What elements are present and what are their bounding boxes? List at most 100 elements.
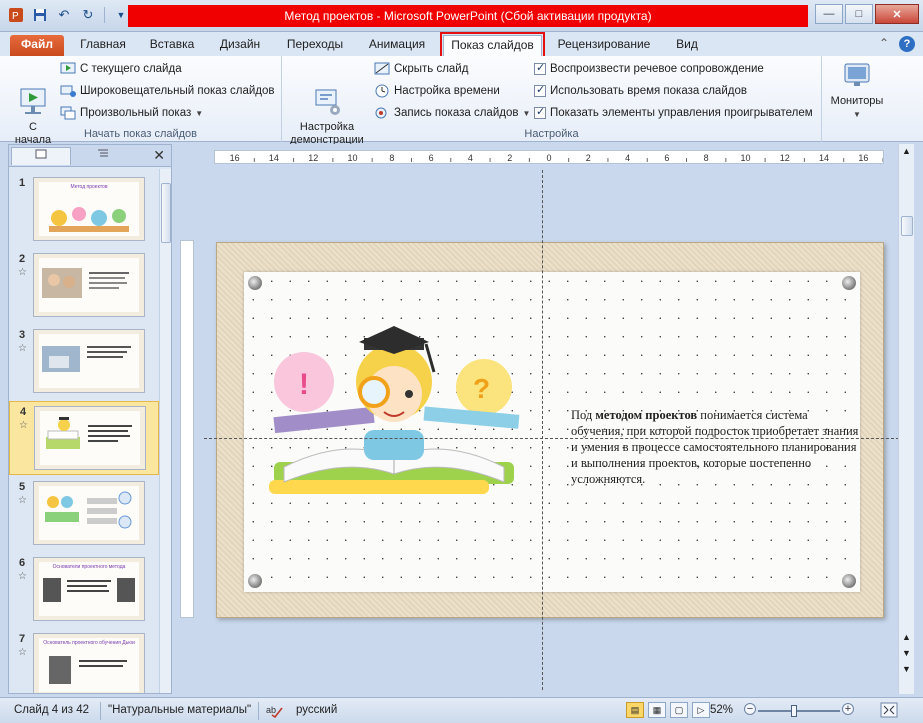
animation-star-icon: ☆ bbox=[18, 647, 27, 658]
tab-file[interactable]: Файл bbox=[10, 35, 64, 56]
from-current-slide-button[interactable]: С текущего слайда bbox=[60, 60, 182, 78]
slide-number: 4 bbox=[20, 406, 27, 418]
animation-star-icon: ☆ bbox=[18, 495, 27, 506]
scroll-up-icon[interactable]: ▲ bbox=[902, 146, 911, 156]
monitors-button[interactable]: Мониторы ▼ bbox=[826, 60, 888, 121]
ruler-label: 4 bbox=[625, 153, 630, 163]
svg-text:ab: ab bbox=[266, 705, 276, 715]
zoom-out-icon[interactable]: − bbox=[744, 703, 756, 715]
previous-slide-icon[interactable]: ▲ bbox=[902, 632, 911, 642]
svg-text:P: P bbox=[12, 11, 19, 22]
save-icon[interactable] bbox=[30, 6, 50, 24]
qat-separator bbox=[104, 7, 105, 23]
horizontal-ruler: 16 14 12 10 8 6 4 2 0 2 4 6 8 10 12 14 16 bbox=[214, 150, 884, 164]
slide-preview: Основатели проектного метода bbox=[33, 557, 145, 621]
animation-star-icon: ☆ bbox=[18, 267, 27, 278]
title-bar: P ↶ ↻ ▼ Метод проектов - Microsoft Power… bbox=[0, 0, 923, 32]
tab-review[interactable]: Рецензирование bbox=[548, 35, 660, 56]
ruler-label: 6 bbox=[664, 153, 669, 163]
custom-show-button[interactable]: Произвольный показ ▼ bbox=[60, 104, 203, 122]
ruler-label: 10 bbox=[348, 153, 358, 163]
slide-counter: Слайд 4 из 42 bbox=[14, 704, 90, 716]
broadcast-button[interactable]: Широковещательный показ слайдов bbox=[60, 82, 275, 100]
slide-thumbnail-4[interactable]: 4 ☆ bbox=[9, 401, 159, 475]
redo-icon[interactable]: ↻ bbox=[78, 6, 98, 24]
slide-preview bbox=[34, 406, 146, 470]
slide-thumbnail-2[interactable]: 2 ☆ bbox=[9, 249, 159, 323]
show-media-controls-checkbox[interactable]: Показать элементы управления проигрывате… bbox=[534, 104, 813, 122]
maximize-icon[interactable]: □ bbox=[845, 4, 873, 24]
tab-view[interactable]: Вид bbox=[664, 35, 710, 56]
tab-design[interactable]: Дизайн bbox=[208, 35, 272, 56]
show-media-controls-label: Показать элементы управления проигрывате… bbox=[550, 107, 813, 119]
checkbox-checked-icon bbox=[534, 105, 546, 119]
slide-preview bbox=[33, 329, 145, 393]
zoom-level[interactable]: 52% bbox=[710, 704, 733, 716]
help-icon[interactable]: ? bbox=[899, 36, 915, 52]
slide-thumbnail-3[interactable]: 3 ☆ bbox=[9, 325, 159, 399]
close-panel-icon[interactable]: ✕ bbox=[153, 147, 165, 164]
group-start-slide-show: С начала С текущего слайда Широковещател… bbox=[0, 56, 282, 146]
record-slide-show-button[interactable]: Запись показа слайдов ▼ bbox=[374, 104, 530, 122]
student-with-books-illustration[interactable]: ! ? bbox=[264, 302, 524, 562]
slide-preview-content: Основатель проектного обучения Дьюи bbox=[39, 638, 139, 692]
animation-star-icon: ☆ bbox=[18, 571, 27, 582]
spellcheck-icon[interactable]: ab bbox=[266, 702, 284, 721]
next-slide-icon[interactable]: ▼ bbox=[902, 648, 911, 658]
slide-thumbnail-6[interactable]: 6 ☆ Основатели проектного метода bbox=[9, 553, 159, 627]
scroll-down-icon[interactable]: ▼ bbox=[902, 664, 911, 674]
fit-to-window-icon[interactable] bbox=[880, 702, 898, 721]
horizontal-guide[interactable] bbox=[204, 438, 904, 439]
slide-text-bold: методом проектов bbox=[595, 408, 698, 422]
vertical-guide[interactable] bbox=[542, 170, 543, 690]
play-narrations-checkbox[interactable]: Воспроизвести речевое сопровождение bbox=[534, 60, 764, 78]
slides-tab-icon bbox=[35, 149, 47, 159]
view-switcher: ▤ ▦ ▢ ▷ bbox=[626, 702, 710, 718]
minimize-icon[interactable]: — bbox=[815, 4, 843, 24]
editor-scrollbar[interactable]: ▲ ▲ ▼ ▼ bbox=[898, 144, 914, 694]
hide-slide-button[interactable]: Скрыть слайд bbox=[374, 60, 468, 78]
minimize-ribbon-icon[interactable]: ⌃ bbox=[879, 36, 889, 52]
photo-text-preview-icon bbox=[42, 346, 131, 372]
use-timings-checkbox[interactable]: Использовать время показа слайдов bbox=[534, 82, 747, 100]
slides-panel: ✕ 1 Метод проектов 2 ☆ 3 ☆ 4 ☆ 5 ☆ 6 ☆ О… bbox=[8, 144, 172, 694]
tab-outline[interactable] bbox=[73, 147, 133, 165]
scrollbar-thumb[interactable] bbox=[901, 216, 913, 236]
ruler-label: 4 bbox=[468, 153, 473, 163]
scrollbar-thumb[interactable] bbox=[161, 183, 171, 243]
slide-thumbnail-1[interactable]: 1 Метод проектов bbox=[9, 173, 159, 247]
slide-preview-content bbox=[39, 486, 139, 540]
language-indicator[interactable]: русский bbox=[296, 704, 337, 716]
zoom-knob[interactable] bbox=[791, 705, 798, 717]
slide-number: 2 bbox=[19, 253, 26, 265]
slide-show-view-icon[interactable]: ▷ bbox=[692, 702, 710, 718]
slide-sorter-view-icon[interactable]: ▦ bbox=[648, 702, 666, 718]
slide-editor: 16 14 12 10 8 6 4 2 0 2 4 6 8 10 12 14 16 ! ? bbox=[176, 144, 914, 694]
slide-body-text[interactable]: Под методом проектов понимается система … bbox=[571, 407, 861, 487]
close-icon[interactable]: ✕ bbox=[875, 4, 919, 24]
normal-view-icon[interactable]: ▤ bbox=[626, 702, 644, 718]
photo-text-preview-icon bbox=[42, 268, 129, 298]
slide-preview bbox=[33, 481, 145, 545]
undo-icon[interactable]: ↶ bbox=[54, 6, 74, 24]
slide-preview: Основатель проектного обучения Дьюи bbox=[33, 633, 145, 693]
tab-insert[interactable]: Вставка bbox=[140, 35, 204, 56]
reading-view-icon[interactable]: ▢ bbox=[670, 702, 688, 718]
pin-icon bbox=[842, 574, 856, 588]
theme-name[interactable]: "Натуральные материалы" bbox=[108, 704, 251, 716]
slide-thumbnail-7[interactable]: 7 ☆ Основатель проектного обучения Дьюи bbox=[9, 629, 159, 693]
setup-show-icon bbox=[311, 73, 343, 115]
zoom-slider[interactable]: − + bbox=[744, 703, 854, 718]
tab-transitions[interactable]: Переходы bbox=[276, 35, 354, 56]
rehearse-timings-button[interactable]: Настройка времени bbox=[374, 82, 500, 100]
thumbnail-scrollbar[interactable] bbox=[159, 169, 171, 693]
slide-preview: Метод проектов bbox=[33, 177, 145, 241]
powerpoint-app-icon[interactable]: P bbox=[6, 6, 26, 24]
slide-thumbnail-5[interactable]: 5 ☆ bbox=[9, 477, 159, 551]
tab-animations[interactable]: Анимация bbox=[358, 35, 436, 56]
zoom-in-icon[interactable]: + bbox=[842, 703, 854, 715]
slide-preview-title: Основатели проектного метода bbox=[52, 564, 126, 570]
slide-canvas[interactable]: ! ? Под методом проектов понимается сист… bbox=[216, 242, 884, 618]
tab-home[interactable]: Главная bbox=[70, 35, 136, 56]
tab-slides[interactable] bbox=[11, 147, 71, 165]
